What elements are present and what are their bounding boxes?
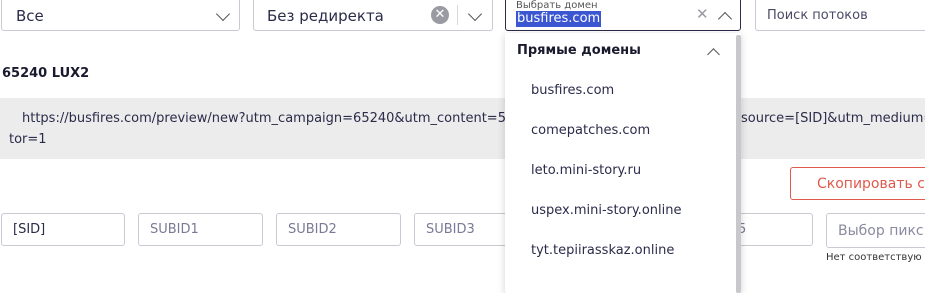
stream-url-line1: https://busfires.com/preview/new?utm_cam…: [22, 111, 556, 126]
stream-url-box[interactable]: https://busfires.com/preview/new?utm_cam…: [0, 98, 925, 159]
select-divider: [457, 5, 458, 25]
group-collapse-icon[interactable]: [707, 48, 720, 61]
dropdown-item-busfires[interactable]: busfires.com: [531, 83, 614, 98]
subid2-placeholder: SUBID2: [288, 222, 337, 237]
redirect-select[interactable]: Без редиректа ✕: [253, 0, 493, 31]
dropdown-group-label: Прямые домены: [517, 43, 641, 58]
pixel-no-match-text: Нет соответствую: [826, 252, 922, 263]
status-select-value: Все: [16, 6, 44, 25]
stream-search-input[interactable]: Поиск потоков: [755, 0, 925, 31]
domain-select-label: Выбрать домен: [516, 0, 598, 11]
domain-select[interactable]: Выбрать домен busfires.com ✕: [505, 0, 741, 31]
dropdown-item-leto[interactable]: leto.mini-story.ru: [531, 163, 641, 178]
subid1-placeholder: SUBID1: [150, 222, 199, 237]
dropdown-item-comepatches[interactable]: comepatches.com: [531, 123, 650, 138]
chevron-down-icon: [467, 6, 483, 22]
dropdown-scrollbar[interactable]: [736, 35, 741, 293]
stream-search-placeholder: Поиск потоков: [767, 8, 868, 23]
dropdown-item-tyt[interactable]: tyt.tepiirasskaz.online: [531, 243, 674, 258]
copy-link-button[interactable]: Скопировать сс: [790, 167, 925, 200]
redirect-select-value: Без редиректа: [267, 6, 384, 25]
chevron-up-icon: [717, 11, 733, 27]
pixel-select[interactable]: Выбор пикс: [826, 213, 925, 248]
stream-url-line2: tor=1: [9, 132, 47, 147]
dropdown-item-uspex[interactable]: uspex.mini-story.online: [531, 203, 681, 218]
chevron-down-icon: [215, 6, 231, 22]
subid2-field[interactable]: SUBID2: [276, 213, 401, 246]
clear-icon[interactable]: ✕: [696, 5, 709, 23]
domain-select-value: busfires.com: [516, 11, 602, 27]
stream-title: 65240 LUX2: [2, 66, 90, 81]
sid-field-value: [SID]: [13, 222, 46, 237]
domain-dropdown-menu: Прямые домены busfires.com comepatches.c…: [505, 33, 741, 293]
copy-link-label: Скопировать сс: [817, 175, 925, 192]
status-select[interactable]: Все: [1, 0, 240, 31]
pixel-select-placeholder: Выбор пикс: [838, 222, 924, 239]
clear-icon[interactable]: ✕: [431, 6, 449, 24]
subid3-placeholder: SUBID3: [426, 222, 475, 237]
stream-url-line1-tail: source=[SID]&utm_medium=38: [741, 111, 925, 126]
sid-field[interactable]: [SID]: [1, 213, 125, 246]
subid1-field[interactable]: SUBID1: [138, 213, 263, 246]
